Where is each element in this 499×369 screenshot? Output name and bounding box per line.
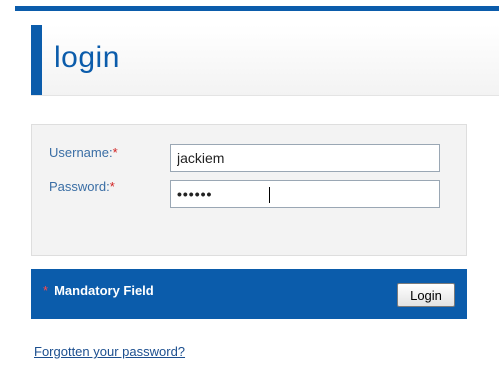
page-title: login: [54, 41, 120, 74]
top-accent-bar: [15, 6, 499, 11]
form-action-bar: * Mandatory Field Login: [31, 269, 467, 319]
username-label-text: Username:: [49, 145, 113, 160]
login-button[interactable]: Login: [397, 283, 455, 307]
password-label: Password:*: [49, 179, 115, 194]
mandatory-field-note: * Mandatory Field: [43, 283, 154, 298]
password-input[interactable]: [170, 180, 440, 208]
username-required-marker: *: [112, 145, 118, 160]
login-form-panel: Username:* Password:*: [31, 124, 467, 256]
forgot-password-link[interactable]: Forgotten your password?: [34, 344, 185, 359]
mandatory-required-marker: *: [43, 283, 49, 298]
page-header: login: [31, 25, 499, 96]
username-input[interactable]: [170, 144, 440, 172]
mandatory-field-text: Mandatory Field: [54, 283, 154, 298]
username-label: Username:*: [49, 145, 118, 160]
text-caret: [269, 187, 270, 203]
password-label-text: Password:: [49, 179, 110, 194]
password-required-marker: *: [109, 179, 115, 194]
header-accent-bar: [31, 25, 42, 95]
login-page: login Username:* Password:* *Mandatory F…: [0, 0, 499, 369]
